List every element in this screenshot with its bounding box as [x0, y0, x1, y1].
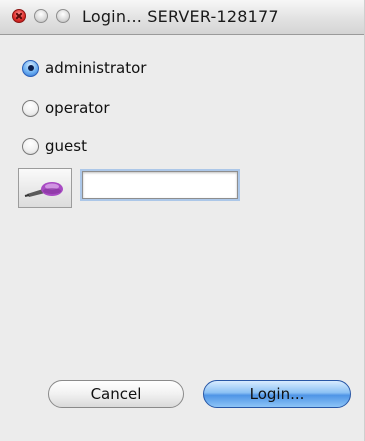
login-button[interactable]: Login... [203, 380, 351, 408]
role-label-guest: guest [45, 137, 87, 155]
minimize-window-button[interactable] [34, 9, 48, 23]
role-option-operator[interactable]: operator [22, 99, 110, 117]
password-field[interactable] [82, 171, 238, 199]
radio-button-operator[interactable] [22, 99, 39, 117]
cancel-button[interactable]: Cancel [48, 380, 184, 408]
login-window: Login... SERVER-128177 administrator ope… [0, 0, 365, 441]
key-icon [24, 182, 63, 197]
radio-button-administrator[interactable] [22, 59, 39, 77]
role-label-operator: operator [45, 99, 110, 117]
key-icon-box [18, 168, 72, 208]
close-window-button[interactable] [12, 9, 26, 23]
radio-button-guest[interactable] [22, 137, 39, 155]
window-title: Login... SERVER-128177 [82, 7, 279, 26]
role-option-administrator[interactable]: administrator [22, 59, 146, 77]
role-option-guest[interactable]: guest [22, 137, 87, 155]
title-bar[interactable]: Login... SERVER-128177 [0, 0, 364, 35]
role-label-administrator: administrator [45, 59, 147, 77]
zoom-window-button[interactable] [56, 9, 70, 23]
